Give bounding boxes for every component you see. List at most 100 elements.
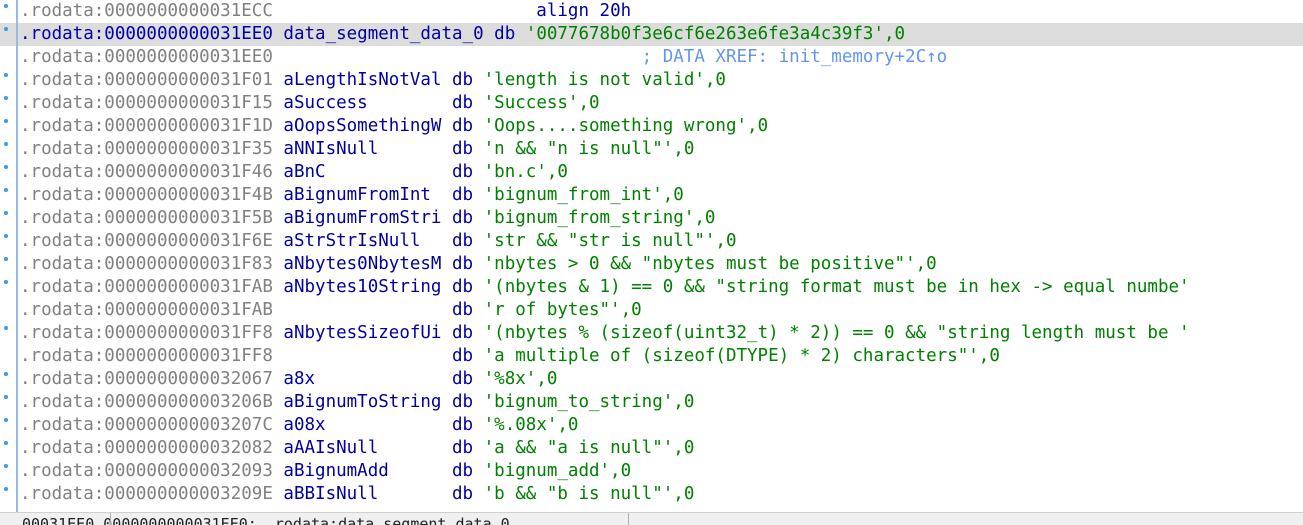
address[interactable]: .rodata:0000000000031F5B	[20, 208, 273, 228]
listing-row[interactable]: .rodata:0000000000031EE0 ; DATA XREF: in…	[0, 46, 1303, 69]
xref-comment[interactable]: ; DATA XREF: init_memory+2C↑o	[642, 47, 948, 67]
mnemonic: db	[452, 392, 474, 412]
listing-row[interactable]: .rodata:0000000000032067 a8x db '%8x',0	[0, 368, 1303, 391]
address[interactable]: .rodata:0000000000032067	[20, 369, 273, 389]
symbol-label[interactable]: aBignumToString	[283, 392, 441, 412]
symbol-label[interactable]: aBignumFromStri	[283, 208, 441, 228]
listing-row[interactable]: .rodata:0000000000031F4B aBignumFromInt …	[0, 184, 1303, 207]
symbol-label[interactable]: aLengthIsNotVal	[283, 70, 441, 90]
address[interactable]: .rodata:0000000000031FF8	[20, 323, 273, 343]
address[interactable]: .rodata:0000000000031F46	[20, 162, 273, 182]
breakpoint-dot-icon	[4, 188, 8, 192]
operand-value: 'b && "b is null"',0	[483, 484, 695, 504]
symbol-label[interactable]: aBignumAdd	[283, 461, 388, 481]
listing-row[interactable]: .rodata:0000000000031F83 aNbytes0NbytesM…	[0, 253, 1303, 276]
mnemonic: align	[536, 1, 589, 21]
listing-row[interactable]: .rodata:0000000000031FAB db 'r of bytes"…	[0, 299, 1303, 322]
breakpoint-dot-icon	[4, 372, 8, 376]
disassembly-listing[interactable]: .rodata:0000000000031ECC align 20h .rodat…	[0, 0, 1303, 505]
listing-line: .rodata:0000000000031ECC align 20h	[20, 0, 631, 23]
operand-value: '%.08x',0	[483, 415, 579, 435]
address[interactable]: .rodata:0000000000031F15	[20, 93, 273, 113]
breakpoint-dot-icon	[4, 234, 8, 238]
operand-value: 'bignum_from_string',0	[483, 208, 716, 228]
operand-value: 'bignum_add',0	[483, 461, 632, 481]
address[interactable]: .rodata:0000000000031EE0	[20, 24, 273, 44]
listing-row[interactable]: .rodata:000000000003209E aBBIsNull db 'b…	[0, 483, 1303, 505]
listing-row[interactable]: .rodata:0000000000031F5B aBignumFromStri…	[0, 207, 1303, 230]
listing-row[interactable]: .rodata:0000000000031EE0 data_segment_da…	[0, 23, 1303, 46]
address[interactable]: .rodata:000000000003209E	[20, 484, 273, 504]
symbol-label[interactable]: aNbytes0NbytesM	[283, 254, 441, 274]
mnemonic: db	[452, 415, 474, 435]
symbol-label[interactable]: aNbytes10String	[283, 277, 441, 297]
listing-row[interactable]: .rodata:0000000000031F01 aLengthIsNotVal…	[0, 69, 1303, 92]
breakpoint-dot-icon	[4, 119, 8, 123]
operand-value: 'length is not valid',0	[483, 70, 726, 90]
address[interactable]: .rodata:0000000000031FAB	[20, 277, 273, 297]
listing-row[interactable]: .rodata:0000000000031FAB aNbytes10String…	[0, 276, 1303, 299]
breakpoint-dot-icon	[4, 142, 8, 146]
mnemonic: db	[452, 162, 474, 182]
operand-value: '0077678b0f3e6cf6e263e6fe3a4c39f3',0	[525, 24, 906, 44]
address[interactable]: .rodata:0000000000032093	[20, 461, 273, 481]
address[interactable]: .rodata:0000000000032082	[20, 438, 273, 458]
listing-line: .rodata:000000000003206B aBignumToString…	[20, 391, 694, 414]
mnemonic: db	[452, 461, 474, 481]
breakpoint-dot-icon	[4, 27, 8, 31]
breakpoint-dot-icon	[4, 280, 8, 284]
symbol-label[interactable]: aNNIsNull	[283, 139, 378, 159]
listing-row[interactable]: .rodata:0000000000031F35 aNNIsNull db 'n…	[0, 138, 1303, 161]
address[interactable]: .rodata:000000000003207C	[20, 415, 273, 435]
address[interactable]: .rodata:0000000000031F1D	[20, 116, 273, 136]
mnemonic: db	[452, 116, 474, 136]
address[interactable]: .rodata:0000000000031F35	[20, 139, 273, 159]
listing-row[interactable]: .rodata:000000000003207C a08x db '%.08x'…	[0, 414, 1303, 437]
address[interactable]: .rodata:0000000000031FAB	[20, 300, 273, 320]
address[interactable]: .rodata:000000000003206B	[20, 392, 273, 412]
symbol-label[interactable]: aBBIsNull	[283, 484, 378, 504]
listing-row[interactable]: .rodata:0000000000031F1D aOopsSomethingW…	[0, 115, 1303, 138]
address[interactable]: .rodata:0000000000031F01	[20, 70, 273, 90]
address[interactable]: .rodata:0000000000031F83	[20, 254, 273, 274]
listing-line: .rodata:000000000003209E aBBIsNull db 'b…	[20, 483, 694, 505]
symbol-label[interactable]: aOopsSomethingW	[283, 116, 441, 136]
breakpoint-dot-icon	[4, 165, 8, 169]
symbol-label[interactable]: a08x	[283, 415, 325, 435]
status-text: 00031EE0 0000000000031EE0: .rodata:data_…	[22, 515, 510, 525]
listing-line: .rodata:0000000000031F5B aBignumFromStri…	[20, 207, 715, 230]
symbol-label[interactable]: aStrStrIsNull	[283, 231, 420, 251]
listing-line: .rodata:0000000000031FF8 aNbytesSizeofUi…	[20, 322, 1190, 345]
listing-row[interactable]: .rodata:0000000000031FF8 aNbytesSizeofUi…	[0, 322, 1303, 345]
operand-value: 'Oops....something wrong',0	[483, 116, 769, 136]
symbol-label[interactable]: data_segment_data_0	[283, 24, 483, 44]
listing-row[interactable]: .rodata:0000000000032093 aBignumAdd db '…	[0, 460, 1303, 483]
symbol-label[interactable]: a8x	[283, 369, 315, 389]
listing-row[interactable]: .rodata:0000000000031FF8 db 'a multiple …	[0, 345, 1303, 368]
listing-row[interactable]: .rodata:0000000000031F6E aStrStrIsNull d…	[0, 230, 1303, 253]
listing-gutter-separator	[16, 0, 18, 512]
mnemonic: db	[452, 277, 474, 297]
symbol-label[interactable]: aBignumFromInt	[283, 185, 431, 205]
listing-row[interactable]: .rodata:0000000000032082 aAAIsNull db 'a…	[0, 437, 1303, 460]
breakpoint-dot-icon	[4, 257, 8, 261]
operand-value: 'nbytes > 0 && "nbytes must be positive"…	[483, 254, 937, 274]
listing-row[interactable]: .rodata:000000000003206B aBignumToString…	[0, 391, 1303, 414]
symbol-label[interactable]: aNbytesSizeofUi	[283, 323, 441, 343]
address[interactable]: .rodata:0000000000031ECC	[20, 1, 273, 21]
address[interactable]: .rodata:0000000000031F6E	[20, 231, 273, 251]
listing-row[interactable]: .rodata:0000000000031ECC align 20h	[0, 0, 1303, 23]
address[interactable]: .rodata:0000000000031EE0	[20, 47, 273, 67]
symbol-label[interactable]: aSuccess	[283, 93, 367, 113]
status-bar: 00031EE0 0000000000031EE0: .rodata:data_…	[0, 512, 1303, 525]
address[interactable]: .rodata:0000000000031F4B	[20, 185, 273, 205]
mnemonic: db	[494, 24, 516, 44]
address[interactable]: .rodata:0000000000031FF8	[20, 346, 273, 366]
listing-row[interactable]: .rodata:0000000000031F15 aSuccess db 'Su…	[0, 92, 1303, 115]
listing-row[interactable]: .rodata:0000000000031F46 aBnC db 'bn.c',…	[0, 161, 1303, 184]
mnemonic: db	[452, 369, 474, 389]
symbol-label[interactable]: aBnC	[283, 162, 325, 182]
operand-value: 'bignum_from_int',0	[483, 185, 684, 205]
breakpoint-dot-icon	[4, 487, 8, 491]
symbol-label[interactable]: aAAIsNull	[283, 438, 378, 458]
